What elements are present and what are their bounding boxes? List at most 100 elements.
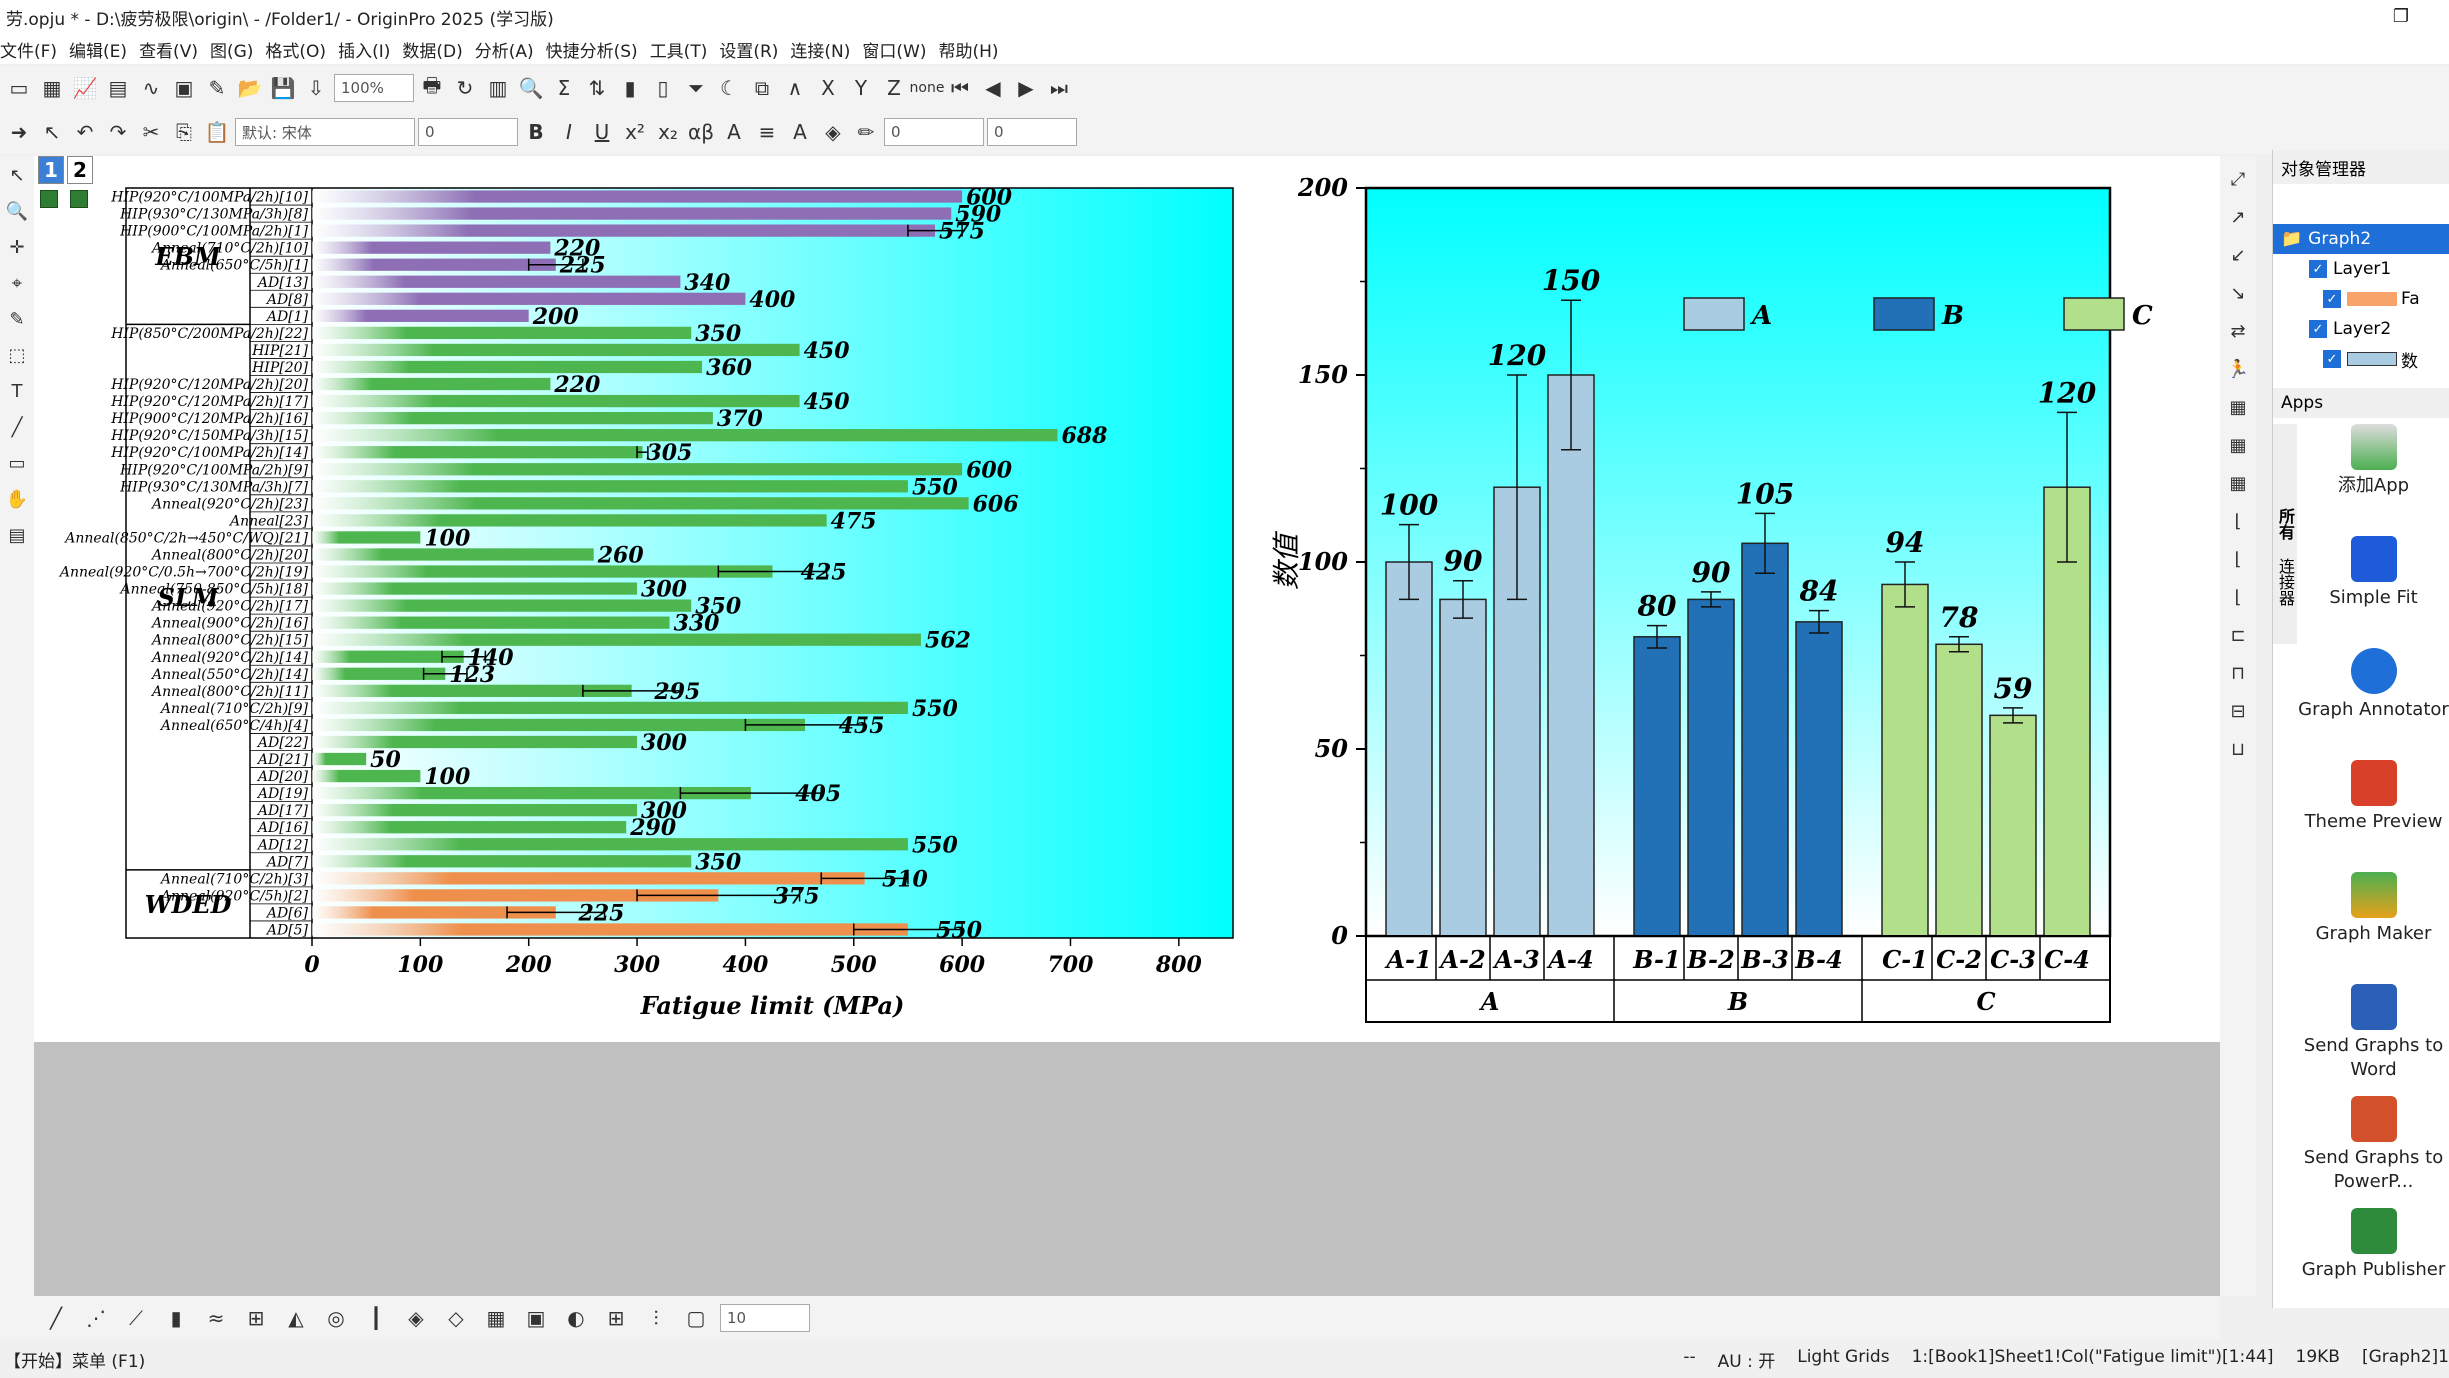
pointer-tool-icon[interactable]: ↖ bbox=[4, 160, 30, 190]
draw-data-tool-icon[interactable]: ✎ bbox=[4, 304, 30, 334]
axis-frame-3-icon[interactable]: ⌊ bbox=[2224, 580, 2252, 614]
menu-item-12[interactable]: 窗口(W) bbox=[862, 37, 938, 62]
template-icon[interactable]: ▣ bbox=[520, 1302, 552, 1334]
app-graph-annotator[interactable]: Graph Annotator bbox=[2297, 648, 2449, 722]
font-size-select[interactable]: 0 bbox=[418, 118, 518, 146]
zoom-select[interactable]: 100% bbox=[334, 74, 414, 102]
tree-graph[interactable]: 📁 Graph2 bbox=[2273, 224, 2449, 254]
sum-icon[interactable]: Σ bbox=[549, 73, 579, 103]
fill-value-select[interactable]: 0 bbox=[987, 118, 1077, 146]
filter-icon[interactable]: ⏷ bbox=[681, 73, 711, 103]
item1-checkbox[interactable]: ✓ bbox=[2323, 290, 2341, 308]
font-grow-icon[interactable]: A bbox=[719, 117, 749, 147]
zoom-in-icon[interactable]: 🔍 bbox=[516, 73, 546, 103]
new-function-icon[interactable]: ∿ bbox=[136, 73, 166, 103]
fit-icon[interactable]: ∧ bbox=[780, 73, 810, 103]
box-plot-icon[interactable]: ⊞ bbox=[240, 1302, 272, 1334]
prev-icon[interactable]: ◀ bbox=[978, 73, 1008, 103]
zoom-tool-icon[interactable]: 🔍 bbox=[4, 196, 30, 226]
cut-icon[interactable]: ✂ bbox=[136, 117, 166, 147]
line-width-select[interactable]: 0 bbox=[884, 118, 984, 146]
surface-plot-icon[interactable]: ◇ bbox=[440, 1302, 472, 1334]
distribute-icon[interactable]: ⫶ bbox=[640, 1302, 672, 1334]
line-symbol-icon[interactable]: ⟋ bbox=[120, 1302, 152, 1334]
font-name-select[interactable]: 默认: 宋体 bbox=[235, 118, 415, 146]
new-notes-icon[interactable]: ✎ bbox=[202, 73, 232, 103]
superscript-icon[interactable]: x² bbox=[620, 117, 650, 147]
menu-item-1[interactable]: 编辑(E) bbox=[69, 37, 139, 62]
polar-plot-icon[interactable]: ◎ bbox=[320, 1302, 352, 1334]
axis-arrow-2-icon[interactable]: ↙ bbox=[2224, 238, 2252, 272]
last-icon[interactable]: ⏭ bbox=[1044, 73, 1074, 103]
candle-plot-icon[interactable]: ┃ bbox=[360, 1302, 392, 1334]
greek-icon[interactable]: αβ bbox=[686, 117, 716, 147]
import-icon[interactable]: ⇩ bbox=[301, 73, 331, 103]
app-add-app[interactable]: 添加App bbox=[2297, 424, 2449, 498]
axis-frame-icon[interactable]: ⌊ bbox=[2224, 504, 2252, 538]
bottom-font-size-select[interactable]: 10 bbox=[720, 1304, 810, 1332]
pointer-icon[interactable]: ↖ bbox=[37, 117, 67, 147]
line-plot-icon[interactable]: ╱ bbox=[40, 1302, 72, 1334]
menu-item-9[interactable]: 工具(T) bbox=[650, 37, 720, 62]
menu-item-13[interactable]: 帮助(H) bbox=[938, 37, 1010, 62]
first-icon[interactable]: ⏮ bbox=[945, 73, 975, 103]
copy-format-icon[interactable]: ⧉ bbox=[747, 73, 777, 103]
underline-icon[interactable]: U bbox=[587, 117, 617, 147]
region-tool-icon[interactable]: ⬚ bbox=[4, 340, 30, 370]
axis-y-icon[interactable]: Y bbox=[846, 73, 876, 103]
fit-none-label[interactable]: none bbox=[910, 73, 945, 103]
tree-layer1[interactable]: ✓ Layer1 bbox=[2273, 254, 2449, 284]
menu-item-2[interactable]: 查看(V) bbox=[139, 37, 210, 62]
app-theme-preview[interactable]: Theme Preview bbox=[2297, 760, 2449, 834]
save-icon[interactable]: 💾 bbox=[268, 73, 298, 103]
3d-plot-icon[interactable]: ◈ bbox=[400, 1302, 432, 1334]
app-graph-publisher[interactable]: Graph Publisher bbox=[2297, 1208, 2449, 1282]
align-top-icon[interactable]: ⊓ bbox=[2224, 656, 2252, 690]
print-icon[interactable]: 🖶 bbox=[417, 73, 447, 103]
rect-tool-icon[interactable]: ▭ bbox=[4, 448, 30, 478]
column-plot-icon[interactable]: ▮ bbox=[160, 1302, 192, 1334]
app-send-to-powerpoint[interactable]: Send Graphs to PowerP... bbox=[2297, 1096, 2449, 1194]
new-graph-icon[interactable]: 📈 bbox=[70, 73, 100, 103]
menu-item-5[interactable]: 插入(I) bbox=[338, 37, 402, 62]
cross-tool-icon[interactable]: ✛ bbox=[4, 232, 30, 262]
menu-item-4[interactable]: 格式(O) bbox=[265, 37, 338, 62]
apps-tab-connector[interactable]: 连接器 bbox=[2273, 558, 2297, 606]
multi-curve-icon[interactable]: ≈ bbox=[200, 1302, 232, 1334]
undo-icon[interactable]: ↶ bbox=[70, 117, 100, 147]
rescale-icon[interactable]: ⤢ bbox=[2224, 162, 2252, 196]
app-simple-fit[interactable]: Simple Fit bbox=[2297, 536, 2449, 610]
layer1-checkbox[interactable]: ✓ bbox=[2309, 260, 2327, 278]
italic-icon[interactable]: I bbox=[554, 117, 584, 147]
layer-arrange-icon[interactable]: ▦ bbox=[2224, 390, 2252, 424]
paste-icon[interactable]: 📋 bbox=[202, 117, 232, 147]
scatter-plot-icon[interactable]: ⋰ bbox=[80, 1302, 112, 1334]
theme-icon[interactable]: ☾ bbox=[714, 73, 744, 103]
layer-arrange-2-icon[interactable]: ▦ bbox=[2224, 428, 2252, 462]
line-color-icon[interactable]: ✏ bbox=[851, 117, 881, 147]
status-grids[interactable]: Light Grids bbox=[1797, 1347, 1889, 1372]
new-layout-icon[interactable]: ▣ bbox=[169, 73, 199, 103]
app-graph-maker[interactable]: Graph Maker bbox=[2297, 872, 2449, 946]
copy-icon[interactable]: ⎘ bbox=[169, 117, 199, 147]
layer-2-icon[interactable] bbox=[70, 190, 88, 208]
sort-icon[interactable]: ⇅ bbox=[582, 73, 612, 103]
color-palette-icon[interactable]: ▤ bbox=[4, 520, 30, 550]
next-icon[interactable]: ▶ bbox=[1011, 73, 1041, 103]
run-icon[interactable]: 🏃 bbox=[2224, 352, 2252, 386]
line-tool-icon[interactable]: ╱ bbox=[4, 412, 30, 442]
align-icon[interactable]: ≡ bbox=[752, 117, 782, 147]
graph-page[interactable]: 600 HIP(920°C/100MPa/2h)[10] 59 0 HIP(930°C/… bbox=[34, 156, 2220, 1042]
menu-item-10[interactable]: 设置(R) bbox=[719, 37, 790, 62]
app-send-to-word[interactable]: Send Graphs to Word bbox=[2297, 984, 2449, 1082]
page-tab-1[interactable]: 1 bbox=[38, 156, 64, 184]
font-color-icon[interactable]: A bbox=[785, 117, 815, 147]
text-tool-icon[interactable]: T bbox=[4, 376, 30, 406]
layer-1-icon[interactable] bbox=[40, 190, 58, 208]
status-start-menu[interactable]: 【开始】菜单 (F1) bbox=[0, 1347, 145, 1372]
histogram-icon[interactable]: ▯ bbox=[648, 73, 678, 103]
new-project-icon[interactable]: ▭ bbox=[4, 73, 34, 103]
group-icon[interactable]: ▢ bbox=[680, 1302, 712, 1334]
menu-item-8[interactable]: 快捷分析(S) bbox=[546, 37, 650, 62]
bold-icon[interactable]: B bbox=[521, 117, 551, 147]
